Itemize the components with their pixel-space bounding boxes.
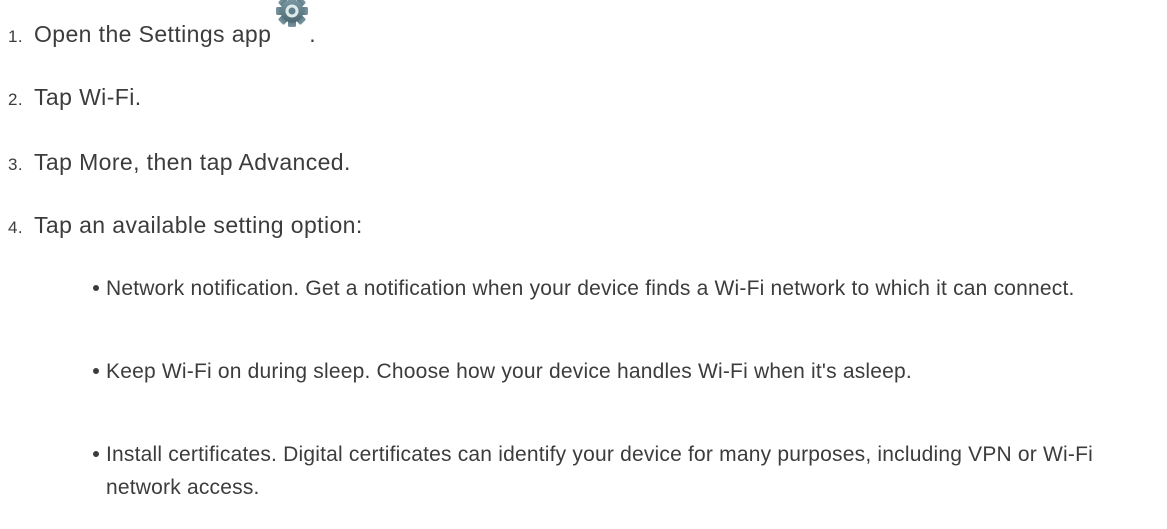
gear-icon: [275, 0, 309, 28]
step-suffix: .: [309, 21, 317, 47]
option-install-certificates: Install certificates. Digital certificat…: [93, 438, 1153, 504]
instructions-document: 1. Open the Settings app . 2. Tap Wi-Fi.…: [0, 0, 1167, 529]
step-number: 3.: [8, 155, 23, 174]
option-network-notification: Network notification. Get a notification…: [93, 272, 1153, 305]
step-4: 4. Tap an available setting option:: [0, 212, 363, 239]
option-text: Install certificates. Digital certificat…: [106, 443, 1094, 499]
bullet-dot: [93, 285, 99, 291]
step-text: Tap an available setting option:: [34, 212, 363, 238]
step-text: Open the Settings app: [34, 21, 272, 47]
step-1: 1. Open the Settings app .: [0, 0, 317, 48]
option-keep-wifi-on: Keep Wi-Fi on during sleep. Choose how y…: [93, 355, 1153, 388]
step-text: Tap Wi-Fi.: [34, 84, 142, 110]
step-3: 3. Tap More, then tap Advanced.: [0, 149, 351, 176]
step-number: 2.: [8, 90, 23, 109]
option-text: Network notification. Get a notification…: [106, 277, 1075, 300]
step-2: 2. Tap Wi-Fi.: [0, 84, 142, 111]
bullet-dot: [93, 368, 99, 374]
option-text: Keep Wi-Fi on during sleep. Choose how y…: [106, 360, 912, 383]
bullet-dot: [93, 451, 99, 457]
step-number: 1.: [8, 27, 23, 46]
step-number: 4.: [8, 218, 23, 237]
step-text: Tap More, then tap Advanced.: [34, 149, 351, 175]
